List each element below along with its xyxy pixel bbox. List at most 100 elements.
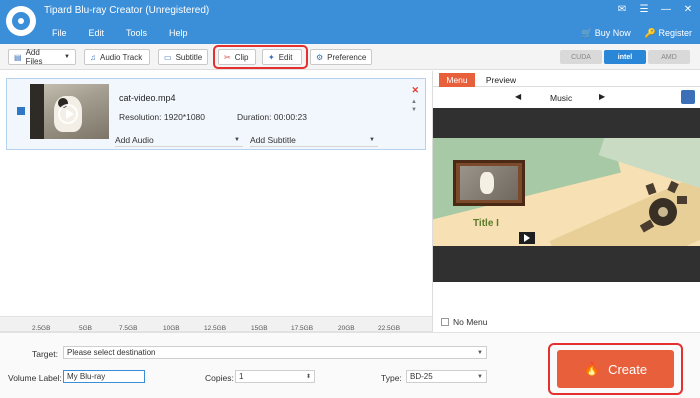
capacity-tick: 15GB	[251, 325, 268, 332]
capacity-tick: 12.5GB	[204, 325, 227, 332]
edit-label: Edit	[278, 52, 293, 62]
arrow-right-icon[interactable]: ▶	[599, 92, 605, 101]
intel-badge[interactable]: intel	[604, 50, 646, 64]
chevron-down-icon[interactable]: ▼	[64, 54, 70, 60]
preference-button[interactable]: ⚙ Preference	[310, 49, 372, 65]
menu-preview-panel: Menu Preview ◀ Music ▶ Title I No Menu	[432, 71, 700, 332]
file-resolution: Resolution: 1920*1080	[119, 112, 206, 122]
add-subtitle-label: Add Subtitle	[250, 134, 296, 145]
menu-background: Title I	[433, 138, 700, 246]
thumbnail-shadow	[30, 84, 44, 139]
copies-label: Copies:	[205, 373, 234, 383]
file-list: cat-video.mp4 Resolution: 1920*1080 Dura…	[0, 71, 432, 316]
menu-bar: File Edit Tools Help	[44, 28, 210, 38]
music-bar: ◀ Music ▶	[433, 89, 700, 106]
tab-menu[interactable]: Menu	[439, 73, 475, 87]
chevron-down-icon: ▼	[477, 349, 483, 356]
file-duration: Duration: 00:00:23	[237, 112, 307, 122]
target-select[interactable]: Please select destination ▼	[63, 346, 487, 359]
volume-label: Volume Label:	[8, 373, 62, 383]
audio-track-label: Audio Track	[100, 52, 143, 62]
move-down-icon[interactable]: ▼	[411, 107, 417, 113]
capacity-tick: 7.5GB	[119, 325, 138, 332]
menu-edit[interactable]: Edit	[89, 28, 105, 38]
menu-file[interactable]: File	[52, 28, 67, 38]
target-label: Target:	[32, 349, 58, 359]
add-subtitle-dropdown[interactable]: Add Subtitle ▼	[250, 133, 378, 147]
chevron-down-icon: ▼	[234, 136, 240, 143]
type-label: Type:	[381, 373, 402, 383]
feedback-icon[interactable]: ✉	[616, 4, 628, 15]
edit-menu-icon[interactable]	[681, 90, 695, 104]
menu-play-icon[interactable]	[519, 232, 535, 244]
create-highlight: 🔥 Create	[548, 343, 683, 395]
disc-type-value: BD-25	[410, 372, 433, 381]
app-logo	[6, 6, 36, 36]
preview-tabs: Menu Preview	[433, 71, 700, 87]
add-audio-label: Add Audio	[115, 134, 154, 145]
capacity-bar: 2.5GB 5GB 7.5GB 10GB 12.5GB 15GB 17.5GB …	[0, 316, 432, 332]
close-button[interactable]: ✕	[682, 4, 694, 15]
scissors-icon: ✂	[224, 52, 231, 62]
arrow-left-icon[interactable]: ◀	[515, 92, 521, 101]
menu-icon[interactable]: ☰	[638, 4, 650, 15]
create-label: Create	[608, 361, 648, 377]
output-settings: Target: Please select destination ▼ Volu…	[0, 332, 700, 398]
film-reel-icon	[639, 180, 687, 233]
amd-badge[interactable]: AMD	[648, 50, 690, 64]
buy-now-label: Buy Now	[594, 28, 631, 38]
no-menu-checkbox[interactable]: No Menu	[441, 317, 488, 327]
subtitle-label: Subtitle	[175, 52, 203, 62]
chevron-down-icon: ▼	[369, 136, 375, 143]
video-thumbnail[interactable]	[30, 84, 109, 139]
file-name: cat-video.mp4	[119, 93, 176, 103]
volume-label-value: My Blu-ray	[67, 372, 106, 381]
cuda-badge[interactable]: CUDA	[560, 50, 602, 64]
capacity-tick: 2.5GB	[32, 325, 51, 332]
edit-effects-icon: ✦	[268, 52, 275, 62]
key-icon: 🔑	[644, 28, 659, 38]
copies-value: 1	[239, 372, 244, 381]
clip-label: Clip	[234, 52, 249, 62]
menu-tools[interactable]: Tools	[126, 28, 147, 38]
menu-thumbnail	[460, 166, 518, 200]
minimize-button[interactable]: —	[660, 4, 672, 15]
add-files-label: Add Files	[25, 48, 43, 66]
menu-help[interactable]: Help	[169, 28, 188, 38]
volume-label-input[interactable]: My Blu-ray	[63, 370, 145, 383]
subtitle-button[interactable]: ▭ Subtitle	[158, 49, 208, 65]
window-controls: ✉ ☰ — ✕	[616, 4, 694, 15]
capacity-tick: 5GB	[79, 325, 93, 332]
register-link[interactable]: 🔑 Register	[645, 28, 692, 39]
stepper-arrows-icon[interactable]: ⬍	[306, 373, 311, 380]
capacity-tick: 17.5GB	[291, 325, 314, 332]
add-audio-dropdown[interactable]: Add Audio ▼	[115, 133, 243, 147]
no-menu-label: No Menu	[453, 317, 488, 327]
clip-button[interactable]: ✂ Clip	[218, 49, 256, 65]
account-links: 🛒 Buy Now 🔑 Register	[581, 28, 692, 39]
create-button[interactable]: 🔥 Create	[557, 350, 674, 388]
disc-type-select[interactable]: BD-25 ▼	[406, 370, 487, 383]
remove-file-icon[interactable]: ✕	[411, 85, 419, 96]
menu-thumbnail-frame[interactable]	[453, 160, 525, 206]
add-file-icon: ▤	[14, 52, 22, 62]
gear-icon: ⚙	[316, 52, 324, 62]
add-files-button[interactable]: ▤ Add Files ▼	[8, 48, 76, 66]
capacity-tick: 10GB	[163, 325, 180, 332]
audio-icon: ♫	[90, 52, 96, 62]
cart-icon: 🛒	[581, 28, 595, 38]
edit-button[interactable]: ✦ Edit	[262, 49, 302, 65]
file-item[interactable]: cat-video.mp4 Resolution: 1920*1080 Dura…	[6, 78, 426, 150]
audio-track-button[interactable]: ♫ Audio Track	[84, 49, 150, 65]
target-placeholder: Please select destination	[67, 348, 156, 357]
move-up-icon[interactable]: ▲	[411, 99, 417, 105]
register-label: Register	[658, 28, 692, 38]
tab-preview[interactable]: Preview	[481, 73, 521, 87]
menu-title[interactable]: Title I	[473, 218, 499, 229]
title-bar: Tipard Blu-ray Creator (Unregistered) Fi…	[0, 0, 700, 44]
file-checkbox[interactable]	[17, 107, 25, 115]
buy-now-link[interactable]: 🛒 Buy Now	[581, 28, 631, 39]
play-icon[interactable]	[58, 104, 78, 124]
flame-icon: 🔥	[583, 361, 601, 376]
copies-stepper[interactable]: 1 ⬍	[235, 370, 315, 383]
